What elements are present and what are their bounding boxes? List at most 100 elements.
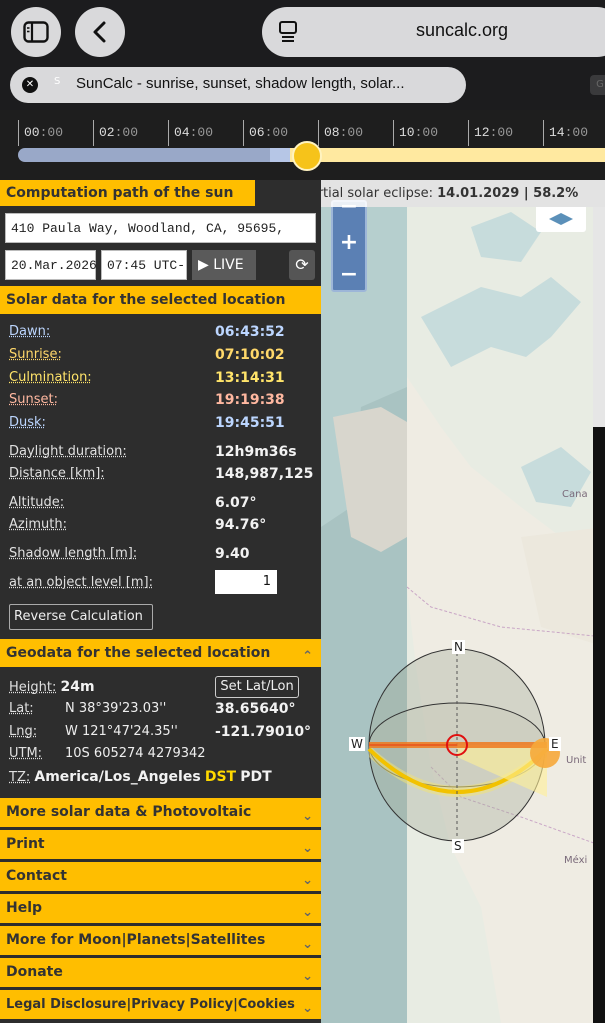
altitude-value: 6.07° (215, 495, 257, 511)
solar-data-header[interactable]: Solar data for the selected location (0, 286, 321, 314)
utm-label[interactable]: UTM: (9, 746, 42, 761)
play-icon: ▶ (198, 257, 209, 273)
solar-row-label[interactable]: Dusk: (9, 415, 46, 430)
lng-dms: W 121°47'24.35'' (65, 724, 178, 739)
other-tab-icon[interactable]: G (590, 75, 605, 95)
tick-minutes: :00 (115, 125, 138, 140)
tz-dst: DST (205, 769, 236, 785)
lng-decimal: -121.79010° (215, 724, 311, 740)
expand-icon[interactable]: ⌄ (302, 802, 313, 831)
section-header[interactable]: Legal Disclosure|Privacy Policy|Cookies ⌄ (0, 990, 321, 1019)
lng-row: Lng: (9, 724, 37, 739)
tick-minutes: :00 (490, 125, 513, 140)
geodata-title: Geodata for the selected location (6, 645, 270, 661)
solar-row-label[interactable]: Dawn: (9, 324, 50, 339)
tz-label[interactable]: TZ: (9, 770, 30, 785)
address-bar[interactable]: suncalc.org (262, 7, 605, 57)
back-button[interactable] (75, 7, 125, 57)
lat-label[interactable]: Lat: (9, 701, 34, 716)
tz-value: America/Los_Angeles (34, 769, 200, 785)
browser-tab[interactable]: ✕ S SunCalc - sunrise, sunset, shadow le… (10, 67, 466, 103)
tab-title: SunCalc - sunrise, sunset, shadow length… (76, 75, 405, 92)
section-title: Help (6, 900, 42, 916)
daylight-label[interactable]: Daylight duration: (9, 444, 127, 459)
section-header[interactable]: Contact ⌄ (0, 862, 321, 891)
object-level-input[interactable]: 1 (215, 570, 277, 594)
timeline-tick: 10:00 (393, 120, 438, 146)
compass-west: W (349, 737, 365, 751)
tick-minutes: :00 (340, 125, 363, 140)
tick-minutes: :00 (565, 125, 588, 140)
expand-icon[interactable]: ⌄ (302, 962, 313, 991)
collapse-icon[interactable]: ⌃ (302, 643, 313, 671)
section-title: Print (6, 836, 45, 852)
tick-minutes: :00 (190, 125, 213, 140)
solar-row-label[interactable]: Sunset: (9, 392, 58, 407)
section-header[interactable]: Donate ⌄ (0, 958, 321, 987)
expand-icon[interactable]: ⌄ (302, 898, 313, 927)
timeline-tick: 14:00 (543, 120, 588, 146)
live-label: LIVE (213, 257, 243, 273)
distance-value: 148,987,125 (215, 466, 313, 482)
expand-icon[interactable]: ⌄ (302, 866, 313, 895)
section-title: Contact (6, 868, 67, 884)
shadow-label[interactable]: Shadow length [m]: (9, 546, 137, 561)
solar-row: Sunset: (9, 392, 58, 407)
close-tab-icon[interactable]: ✕ (22, 77, 38, 93)
zoom-out-button[interactable]: − (333, 260, 365, 290)
sidebar-icon (23, 21, 49, 43)
timeline-twilight-segment (270, 148, 292, 162)
distance-row: Distance [km]: (9, 466, 105, 481)
time-input[interactable]: 07:45 UTC-7 (101, 250, 187, 280)
shadow-row: Shadow length [m]: (9, 546, 137, 561)
shadow-value: 9.40 (215, 546, 250, 562)
azimuth-label[interactable]: Azimuth: (9, 517, 67, 532)
map-label-canada: Cana (562, 489, 588, 500)
expand-icon[interactable]: ⌄ (302, 834, 313, 863)
time-slider[interactable]: 00:00 02:00 04:00 06:00 08:00 10:00 12:00 14:00 (0, 110, 605, 180)
daylight-row: Daylight duration: (9, 444, 127, 459)
utm-value: 10S 605274 4279342 (65, 746, 206, 761)
tick-hour: 14 (549, 125, 565, 140)
live-button[interactable]: ▶ LIVE (192, 250, 256, 280)
solar-row-label[interactable]: Sunrise: (9, 347, 62, 362)
solar-row-value: 06:43:52 (215, 324, 285, 340)
expand-icon[interactable]: ⌄ (302, 930, 313, 959)
map-zoom-control: − + − (331, 200, 367, 292)
solar-row: Dawn: (9, 324, 50, 339)
solar-row-label[interactable]: Culmination: (9, 370, 92, 385)
section-header[interactable]: Help ⌄ (0, 894, 321, 923)
geodata-header[interactable]: Geodata for the selected location ⌃ (0, 639, 321, 667)
section-header[interactable]: More for Moon|Planets|Satellites ⌄ (0, 926, 321, 955)
solar-row-value: 07:10:02 (215, 347, 285, 363)
object-level-label[interactable]: at an object level [m]: (9, 575, 153, 590)
daylight-value: 12h9m36s (215, 444, 297, 460)
tick-hour: 00 (24, 125, 40, 140)
timeline-day-segment (290, 148, 605, 162)
altitude-label[interactable]: Altitude: (9, 495, 64, 510)
solar-row: Culmination: (9, 370, 92, 385)
timeline-tick: 04:00 (168, 120, 213, 146)
height-label[interactable]: Height: (9, 680, 56, 695)
zoom-in-button[interactable]: + (333, 228, 365, 258)
distance-label[interactable]: Distance [km]: (9, 466, 105, 481)
section-header[interactable]: Print ⌄ (0, 830, 321, 859)
reverse-calculation-button[interactable]: Reverse Calculation (9, 604, 153, 630)
sidebar-toggle-button[interactable] (11, 7, 61, 57)
set-lat-lon-button[interactable]: Set Lat/Lon (215, 676, 299, 698)
map-view[interactable]: Cana Unit Méxi N S W E (321, 207, 605, 1023)
tick-hour: 12 (474, 125, 490, 140)
lng-label[interactable]: Lng: (9, 724, 37, 739)
tick-hour: 06 (249, 125, 265, 140)
section-header[interactable]: More solar data & Photovoltaic ⌄ (0, 798, 321, 827)
height-row: Height: 24m (9, 679, 95, 695)
address-input[interactable]: 410 Paula Way, Woodland, CA, 95695, USA (5, 213, 316, 243)
expand-icon[interactable]: ⌄ (302, 994, 313, 1023)
time-slider-handle[interactable] (292, 141, 322, 171)
lat-dms: N 38°39'23.03'' (65, 701, 166, 716)
refresh-button[interactable]: ⟳ (289, 250, 315, 280)
date-input[interactable]: 20.Mar.2026 (5, 250, 96, 280)
tick-minutes: :00 (40, 125, 63, 140)
tick-hour: 04 (174, 125, 190, 140)
chevron-left-icon (91, 20, 109, 44)
